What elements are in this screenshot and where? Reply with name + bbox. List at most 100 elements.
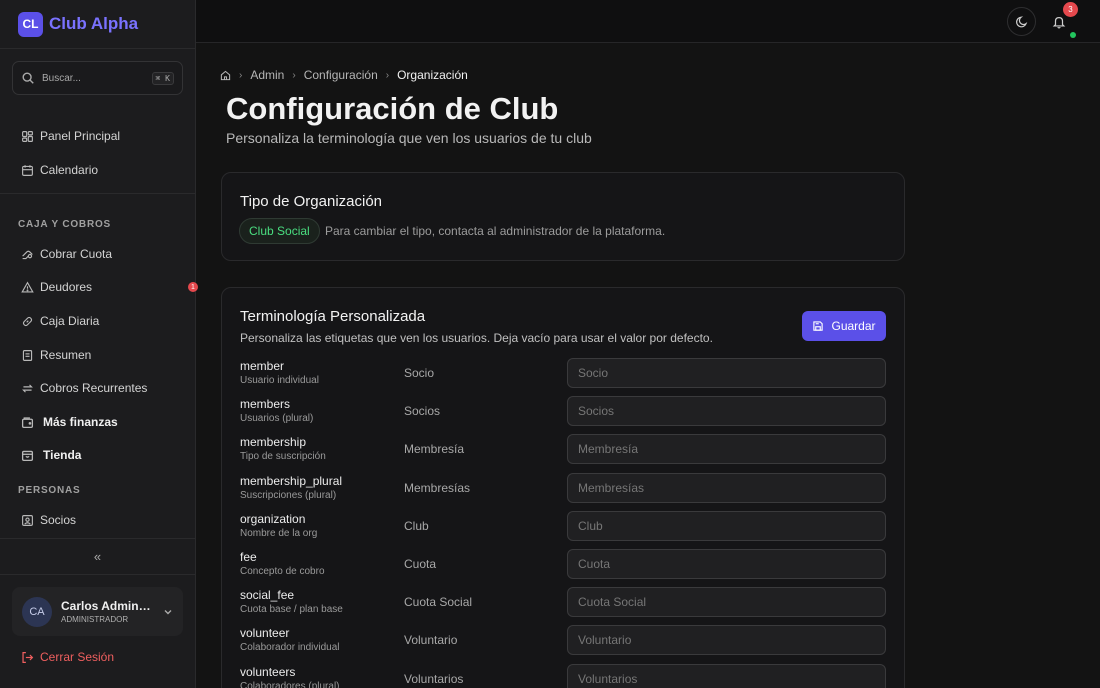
sidebar-divider xyxy=(0,193,195,194)
card-title: Terminología Personalizada xyxy=(240,308,426,325)
user-menu[interactable]: CA Carlos Administrador ADMINISTRADOR xyxy=(12,587,183,636)
id-card-icon xyxy=(22,514,33,526)
term-hint: Nombre de la org xyxy=(240,527,318,539)
chevron-right-icon: › xyxy=(292,69,296,81)
nav-label: Calendario xyxy=(40,163,99,177)
term-key: fee xyxy=(240,550,257,564)
term-row-members: members Usuarios (plural) Socios xyxy=(240,396,886,434)
term-hint: Concepto de cobro xyxy=(240,566,325,577)
nav-label: Cobros Recurrentes xyxy=(40,381,148,395)
nav-calendario[interactable]: Calendario xyxy=(12,155,184,185)
term-default-value: Socio xyxy=(404,366,435,380)
term-input-organization[interactable] xyxy=(567,510,886,541)
term-key: volunteers xyxy=(240,664,296,679)
nav-cobrar-cuota[interactable]: Cobrar Cuota xyxy=(12,239,184,269)
org-type-note: Para cambiar el tipo, contacta al admini… xyxy=(325,224,666,238)
moon-icon xyxy=(1015,15,1027,27)
brand-name: Club Alpha xyxy=(49,14,139,33)
section-title-people: PERSONAS xyxy=(18,485,81,496)
search-box[interactable]: Buscar... ⌘ K xyxy=(12,61,183,95)
term-row-organization: organization Nombre de la org Club xyxy=(240,510,886,549)
term-default-value: Membresía xyxy=(404,442,465,457)
term-hint: Tipo de suscripción xyxy=(240,451,326,463)
search-placeholder: Buscar... xyxy=(42,72,81,84)
logout-icon xyxy=(22,651,34,663)
term-input-member[interactable] xyxy=(567,358,886,388)
breadcrumb-admin[interactable]: Admin xyxy=(250,68,284,82)
term-input-volunteers[interactable] xyxy=(567,663,886,688)
online-status-dot xyxy=(1070,32,1076,38)
nav-label: Cobrar Cuota xyxy=(40,247,113,261)
term-row-fee: fee Concepto de cobro Cuota xyxy=(240,549,886,587)
nav-deudores[interactable]: Deudores xyxy=(12,272,184,302)
theme-toggle-button[interactable] xyxy=(1007,7,1036,36)
term-default-value: Voluntario xyxy=(404,633,458,648)
link-icon xyxy=(22,316,33,326)
term-row-membership: membership Tipo de suscripción Membresía xyxy=(240,434,886,472)
term-input-social_fee[interactable] xyxy=(567,587,886,618)
save-label: Guardar xyxy=(831,319,876,333)
alert-triangle-icon xyxy=(21,280,34,293)
terminology-card: Terminología Personalizada Personaliza l… xyxy=(221,287,905,688)
deudores-badge: 1 xyxy=(188,282,198,292)
term-input-membership[interactable] xyxy=(567,434,886,465)
breadcrumb-current: Organización xyxy=(397,68,468,82)
breadcrumb-configuracion[interactable]: Configuración xyxy=(304,68,378,82)
nav-panel-principal[interactable]: Panel Principal xyxy=(12,121,184,151)
store-icon xyxy=(21,450,34,461)
term-key: members xyxy=(240,397,291,412)
save-button[interactable]: Guardar xyxy=(802,311,886,341)
breadcrumb: › Admin › Configuración › Organización xyxy=(220,68,468,82)
chevrons-left-icon: « xyxy=(93,549,102,564)
term-key: volunteer xyxy=(240,626,290,641)
card-title: Tipo de Organización xyxy=(240,193,383,210)
topbar xyxy=(196,0,1100,43)
term-key: membership xyxy=(240,435,307,450)
nav-socios[interactable]: Socios xyxy=(12,505,184,535)
chevron-right-icon: › xyxy=(239,69,243,81)
home-icon[interactable] xyxy=(220,70,231,81)
section-title-finance: CAJA Y COBROS xyxy=(18,219,112,230)
term-row-social_fee: social_fee Cuota base / plan base Cuota So… xyxy=(240,587,886,625)
term-input-volunteer[interactable] xyxy=(567,625,886,656)
term-row-volunteer: volunteer Colaborador individual Voluntari… xyxy=(240,625,886,663)
nav-label: Más finanzas xyxy=(43,415,118,429)
nav-label: Panel Principal xyxy=(40,129,121,143)
dashboard-icon xyxy=(22,130,33,142)
term-hint: Colaborador individual xyxy=(240,642,340,654)
nav-caja-diaria[interactable]: Caja Diaria xyxy=(12,306,184,336)
chevron-down-icon xyxy=(164,609,172,614)
nav-cobros-recurrentes[interactable]: Cobros Recurrentes xyxy=(12,373,184,403)
term-row-member: member Usuario individual Socio xyxy=(240,358,886,396)
term-default-value: Club xyxy=(404,518,429,533)
page-subtitle: Personaliza la terminología que ven los … xyxy=(226,130,592,146)
organization-type-card: Tipo de Organización Club Social Para ca… xyxy=(221,172,905,261)
user-name: Carlos Administrador xyxy=(61,599,153,613)
org-type-badge: Club Social xyxy=(239,218,320,244)
notifications-badge: 3 xyxy=(1063,2,1078,17)
nav-label: Caja Diaria xyxy=(40,314,100,328)
app-root: CL Club Alpha Buscar... ⌘ K Panel Princi… xyxy=(0,0,1100,688)
nav-mas-finanzas[interactable]: Más finanzas xyxy=(12,407,184,437)
term-input-membership_plural[interactable] xyxy=(567,472,886,503)
coins-icon xyxy=(22,250,33,259)
term-input-fee[interactable] xyxy=(567,549,886,579)
term-default-value: Cuota Social xyxy=(404,595,473,610)
nav-resumen[interactable]: Resumen xyxy=(12,340,184,370)
term-hint: Cuota base / plan base xyxy=(240,604,343,616)
save-icon xyxy=(813,321,824,331)
nav-tienda[interactable]: Tienda xyxy=(12,440,184,470)
calendar-icon xyxy=(22,164,33,176)
term-default-value: Voluntarios xyxy=(404,671,464,686)
nav-label: Socios xyxy=(40,513,77,527)
card-description: Personaliza las etiquetas que ven los us… xyxy=(240,331,713,345)
sidebar: CL Club Alpha Buscar... ⌘ K Panel Princi… xyxy=(0,0,198,688)
avatar: CA xyxy=(22,596,52,627)
collapse-sidebar-button[interactable]: « xyxy=(0,538,195,575)
nav-label: Tienda xyxy=(43,448,82,462)
brand[interactable]: CL Club Alpha xyxy=(0,0,195,49)
term-input-members[interactable] xyxy=(567,396,886,427)
logout-button[interactable]: Cerrar Sesión xyxy=(21,650,114,664)
receipt-icon xyxy=(22,349,33,361)
term-key: social_fee xyxy=(240,588,295,603)
